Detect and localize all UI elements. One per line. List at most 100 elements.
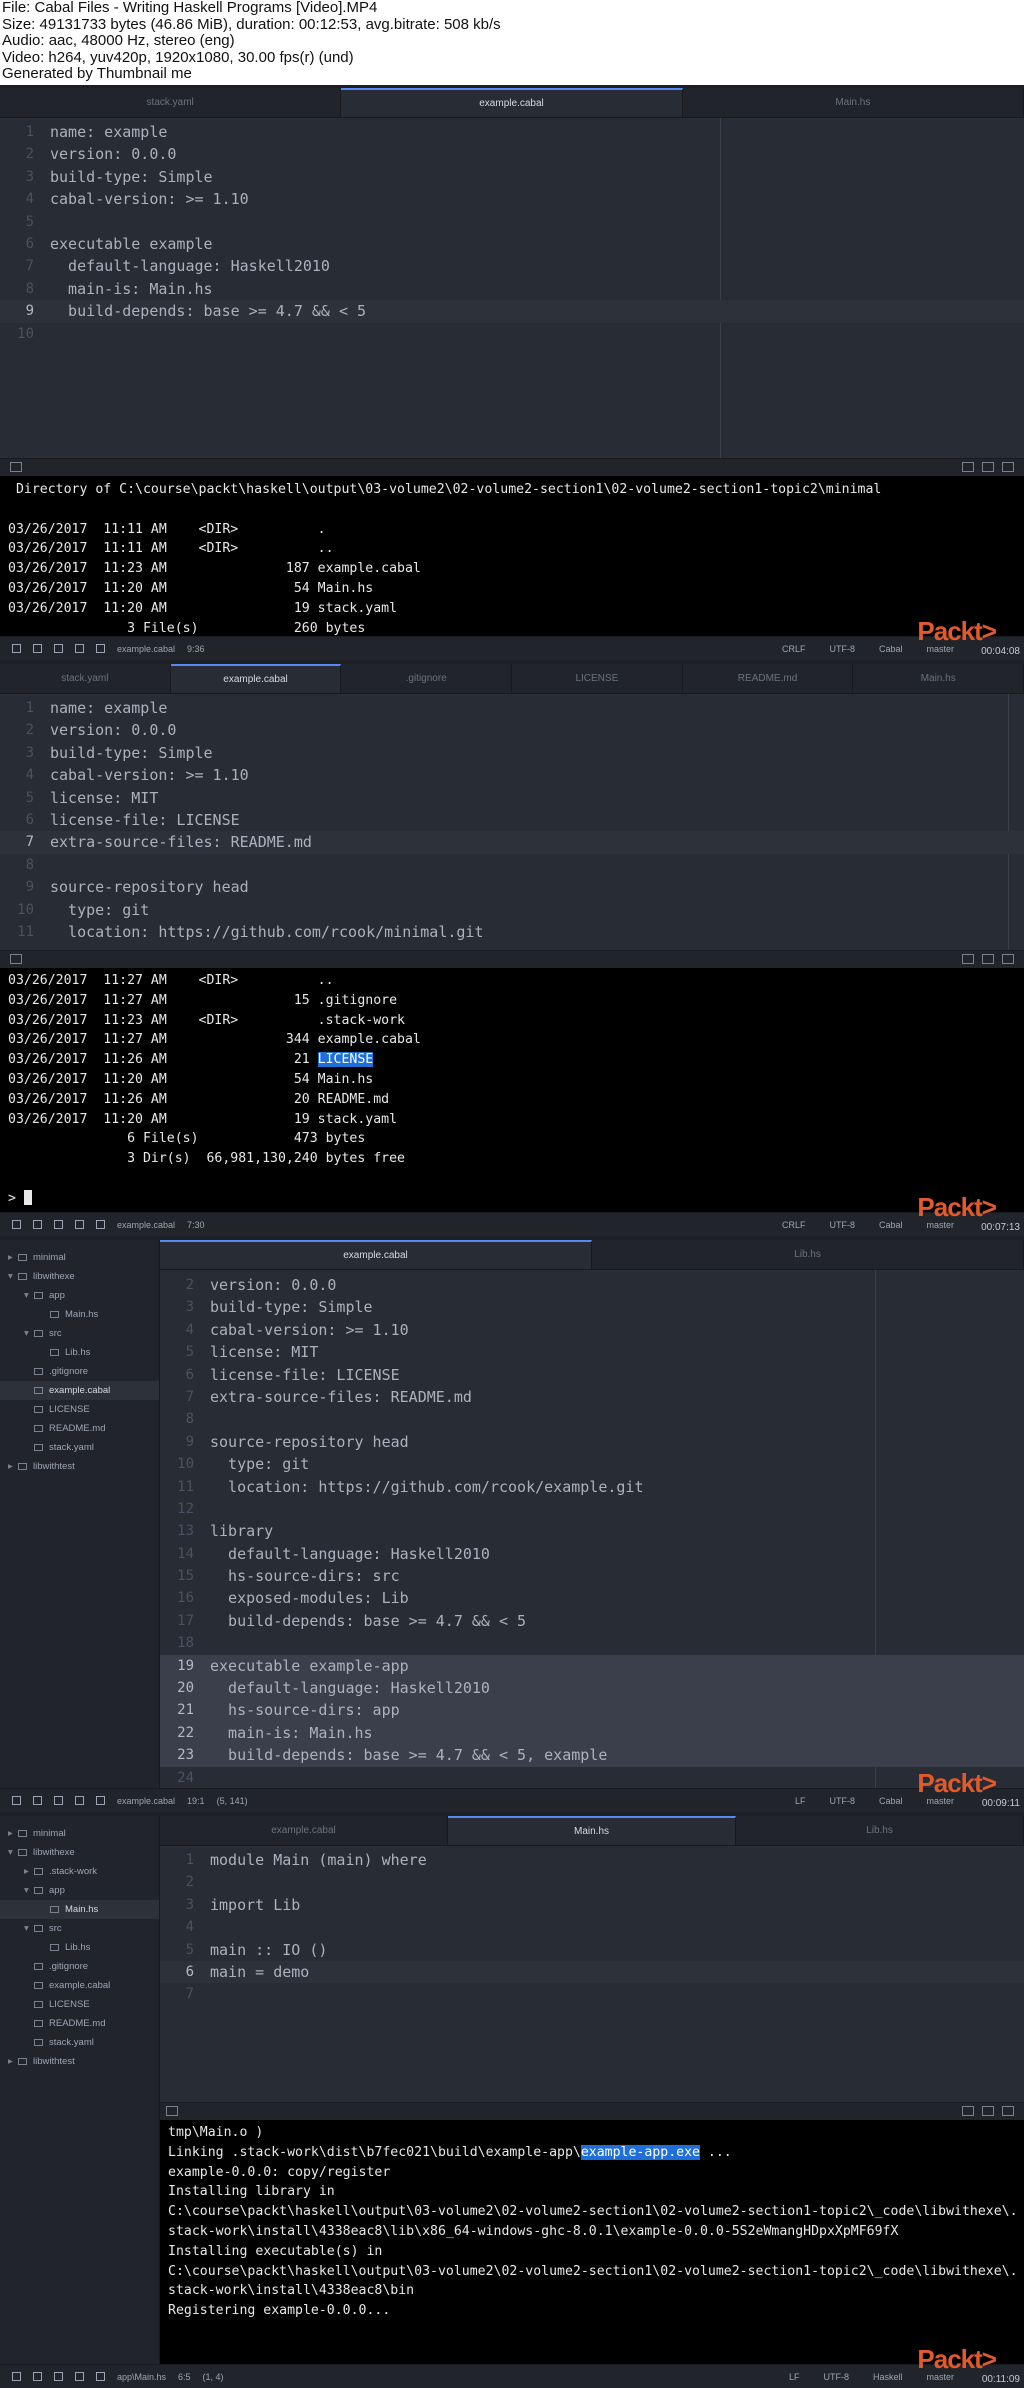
add-icon[interactable] xyxy=(12,2372,21,2381)
tab-lib-hs[interactable]: Lib.hs xyxy=(736,1816,1024,1845)
code-editor[interactable]: 2 version: 0.0.0 3 build-type: Simple 4 cabal… xyxy=(160,1270,1024,1788)
tree-item[interactable]: LICENSE xyxy=(0,1995,159,2014)
tree-item[interactable]: LICENSE xyxy=(0,1400,159,1419)
chevron-down-icon[interactable] xyxy=(982,462,994,472)
tree-item[interactable]: README.md xyxy=(0,2014,159,2033)
window-icon[interactable] xyxy=(75,2372,84,2381)
tree-item[interactable]: example.cabal xyxy=(0,1976,159,1995)
terminal-output[interactable]: 03/26/2017 11:27 AM <DIR> .. 03/26/2017 1… xyxy=(0,968,1024,1212)
window-icon[interactable] xyxy=(54,2372,63,2381)
window-icon[interactable] xyxy=(33,2372,42,2381)
tab-main-hs[interactable]: Main.hs xyxy=(448,1816,736,1845)
add-icon[interactable] xyxy=(12,1220,21,1229)
tab-example-cabal[interactable]: example.cabal xyxy=(170,664,342,693)
tree-item[interactable]: README.md xyxy=(0,1419,159,1438)
tree-item[interactable]: ▾ libwithexe xyxy=(0,1267,159,1286)
video-metadata-header: File: Cabal Files - Writing Haskell Prog… xyxy=(0,0,1024,85)
close-icon[interactable] xyxy=(96,2372,105,2381)
tree-item[interactable]: ▸ minimal xyxy=(0,1248,159,1267)
maximize-icon[interactable] xyxy=(962,954,974,964)
window-icon[interactable] xyxy=(33,1220,42,1229)
close-icon[interactable] xyxy=(1002,2106,1014,2116)
window-icon[interactable] xyxy=(54,1220,63,1229)
close-icon[interactable] xyxy=(96,1220,105,1229)
grammar[interactable]: Cabal xyxy=(879,644,903,654)
line-ending[interactable]: LF xyxy=(795,1796,806,1806)
status-file[interactable]: app\Main.hs xyxy=(117,2372,166,2382)
tab-lib-hs[interactable]: Lib.hs xyxy=(592,1240,1024,1269)
tab-example-cabal[interactable]: example.cabal xyxy=(160,1816,448,1845)
tab-example-cabal[interactable]: example.cabal xyxy=(341,88,683,117)
status-file[interactable]: example.cabal xyxy=(117,1796,175,1806)
encoding[interactable]: UTF-8 xyxy=(829,1220,855,1230)
tab-main-hs[interactable]: Main.hs xyxy=(853,664,1024,693)
add-icon[interactable] xyxy=(12,644,21,653)
code-editor[interactable]: 1 module Main (main) where 2 3 import Lib 4 5 m… xyxy=(160,1846,1024,2123)
tree-item[interactable]: Main.hs xyxy=(0,1900,159,1919)
code-editor[interactable]: 1 name: example 2 version: 0.0.0 3 build-type… xyxy=(0,694,1024,974)
tree-item[interactable]: ▾ app xyxy=(0,1881,159,1900)
tab-readme-md[interactable]: README.md xyxy=(683,664,854,693)
tree-item[interactable]: ▸ libwithtest xyxy=(0,1457,159,1476)
close-icon[interactable] xyxy=(1002,462,1014,472)
tree-item[interactable]: example.cabal xyxy=(0,1381,159,1400)
tree-item[interactable]: .gitignore xyxy=(0,1957,159,1976)
encoding[interactable]: UTF-8 xyxy=(829,1796,855,1806)
line-number: 2 xyxy=(25,146,34,163)
tree-item[interactable]: ▸ minimal xyxy=(0,1824,159,1843)
maximize-icon[interactable] xyxy=(962,462,974,472)
window-icon[interactable] xyxy=(54,1796,63,1805)
line-ending[interactable]: CRLF xyxy=(782,1220,806,1230)
tree-item[interactable]: ▾ src xyxy=(0,1919,159,1938)
tree-item[interactable]: ▾ src xyxy=(0,1324,159,1343)
code-editor[interactable]: 1 name: example 2 version: 0.0.0 3 build-type… xyxy=(0,118,1024,458)
cursor-position[interactable]: 7:30 xyxy=(187,1220,205,1230)
tab-stack-yaml[interactable]: stack.yaml xyxy=(0,88,342,117)
window-icon[interactable] xyxy=(75,644,84,653)
close-icon[interactable] xyxy=(1002,954,1014,964)
add-icon[interactable] xyxy=(12,1796,21,1805)
tree-item[interactable]: Lib.hs xyxy=(0,1938,159,1957)
cursor-position[interactable]: 9:36 xyxy=(187,644,205,654)
tree-item[interactable]: ▾ app xyxy=(0,1286,159,1305)
tree-item[interactable]: Lib.hs xyxy=(0,1343,159,1362)
chevron-down-icon[interactable] xyxy=(982,954,994,964)
encoding[interactable]: UTF-8 xyxy=(829,644,855,654)
chevron-down-icon[interactable] xyxy=(982,2106,994,2116)
maximize-icon[interactable] xyxy=(962,2106,974,2116)
window-icon[interactable] xyxy=(33,1796,42,1805)
window-icon[interactable] xyxy=(75,1796,84,1805)
tree-item[interactable]: ▸ .stack-work xyxy=(0,1862,159,1881)
line-ending[interactable]: CRLF xyxy=(782,644,806,654)
tab--gitignore[interactable]: .gitignore xyxy=(341,664,513,693)
window-icon[interactable] xyxy=(75,1220,84,1229)
encoding[interactable]: UTF-8 xyxy=(823,2372,849,2382)
tree-item[interactable]: ▾ libwithexe xyxy=(0,1843,159,1862)
tab-license[interactable]: LICENSE xyxy=(512,664,683,693)
close-icon[interactable] xyxy=(96,644,105,653)
line-code: build-type: Simple xyxy=(50,167,213,186)
tree-item[interactable]: stack.yaml xyxy=(0,1438,159,1457)
window-icon[interactable] xyxy=(33,644,42,653)
tree-item[interactable]: stack.yaml xyxy=(0,2033,159,2052)
terminal-output[interactable]: tmp\Main.o ) Linking .stack-work\dist\b7f… xyxy=(160,2120,1024,2364)
status-file[interactable]: example.cabal xyxy=(117,644,175,654)
tree-item[interactable]: Main.hs xyxy=(0,1305,159,1324)
line-code: license-file: LICENSE xyxy=(50,810,240,829)
cursor-position[interactable]: 6:5 xyxy=(178,2372,191,2382)
tree-item[interactable]: .gitignore xyxy=(0,1362,159,1381)
terminal-output[interactable]: Directory of C:\course\packt\haskell\out… xyxy=(0,476,1024,636)
grammar[interactable]: Haskell xyxy=(873,2372,903,2382)
tab-main-hs[interactable]: Main.hs xyxy=(683,88,1024,117)
tree-item[interactable]: ▸ libwithtest xyxy=(0,2052,159,2071)
cursor-position[interactable]: 19:1 xyxy=(187,1796,205,1806)
window-icon[interactable] xyxy=(54,644,63,653)
line-number: 5 xyxy=(25,213,34,230)
tab-example-cabal[interactable]: example.cabal xyxy=(160,1240,592,1269)
status-file[interactable]: example.cabal xyxy=(117,1220,175,1230)
tab-stack-yaml[interactable]: stack.yaml xyxy=(0,664,171,693)
line-ending[interactable]: LF xyxy=(789,2372,800,2382)
grammar[interactable]: Cabal xyxy=(879,1220,903,1230)
close-icon[interactable] xyxy=(96,1796,105,1805)
grammar[interactable]: Cabal xyxy=(879,1796,903,1806)
